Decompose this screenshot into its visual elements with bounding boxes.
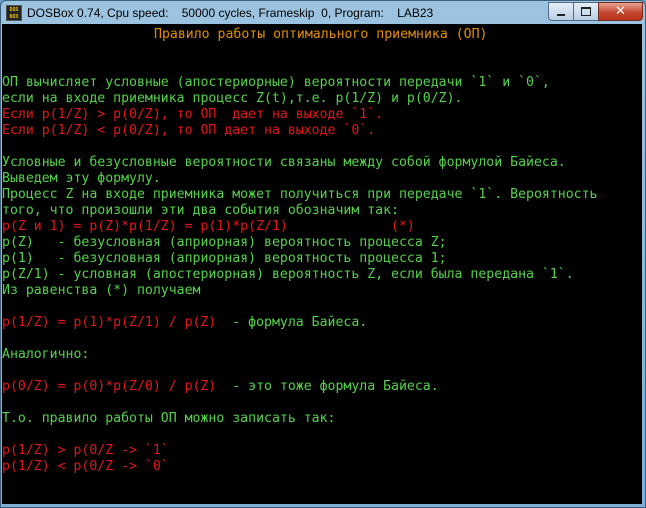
dos-screen[interactable]: Правило работы оптимального приемника (О… [2,24,642,504]
close-button[interactable]: ✕ [598,2,643,21]
rule-line: p(1/Z) > p(0/Z -> `1` [2,443,169,458]
text-line: ОП вычисляет условные (апостериорные) ве… [2,75,550,90]
text-line: p(Z/1) - условная (апостериорная) вероят… [2,267,574,282]
text-line: Т.о. правило работы ОП можно записать та… [2,411,336,426]
rule-line: p(1/Z) < p(0/Z -> `0` [2,459,169,474]
text-line: Если p(1/Z) < p(0/Z), то ОП дает на выхо… [2,123,376,138]
text-line: того, что произошли эти два события обоз… [2,203,399,218]
text-line: Из равенства (*) получаем [2,283,201,298]
text-line: Условные и безусловные вероятности связа… [2,155,566,170]
window-title: DOSBox 0.74, Cpu speed: 50000 cycles, Fr… [27,6,434,20]
formula-caption: - это тоже формула Байеса. [216,379,439,394]
text-line: Если p(1/Z) > p(0/Z), то ОП дает на выхо… [2,107,384,122]
formula-caption: - формула Байеса. [216,315,368,330]
minimize-icon [557,13,565,16]
text-line: p(Z) - безусловная (априорная) вероятнос… [2,235,447,250]
screen-heading: Правило работы оптимального приемника (О… [154,27,488,42]
text-line: Аналогично: [2,347,90,362]
formula-text: p(0/Z) = p(0)*p(Z/0) / p(Z) [2,379,217,394]
dosbox-window: DOS BOX DOSBox 0.74, Cpu speed: 50000 cy… [0,0,646,508]
text-line: p(Z и 1) = p(Z)*p(1/Z) = p(1)*p(Z/1) (*) [2,219,415,234]
dosbox-icon[interactable]: DOS BOX [6,5,22,21]
maximize-icon [581,7,591,16]
text-line: Выведем эту формулу. [2,171,161,186]
maximize-button[interactable] [573,2,599,21]
bayes-formula-line: p(1/Z) = p(1)*p(Z/1) / p(Z) - формула Ба… [2,315,367,331]
text-line: p(1) - безусловная (априорная) вероятнос… [2,251,447,266]
minimize-button[interactable] [548,2,574,21]
text-line: если на входе приемника процесс Z(t),т.е… [2,91,463,106]
bayes-formula-line: p(0/Z) = p(0)*p(Z/0) / p(Z) - это тоже ф… [2,379,439,395]
formula-text: p(1/Z) = p(1)*p(Z/1) / p(Z) [2,315,217,330]
text-line: Процесс Z на входе приемника может получ… [2,187,598,202]
close-icon: ✕ [615,4,626,19]
